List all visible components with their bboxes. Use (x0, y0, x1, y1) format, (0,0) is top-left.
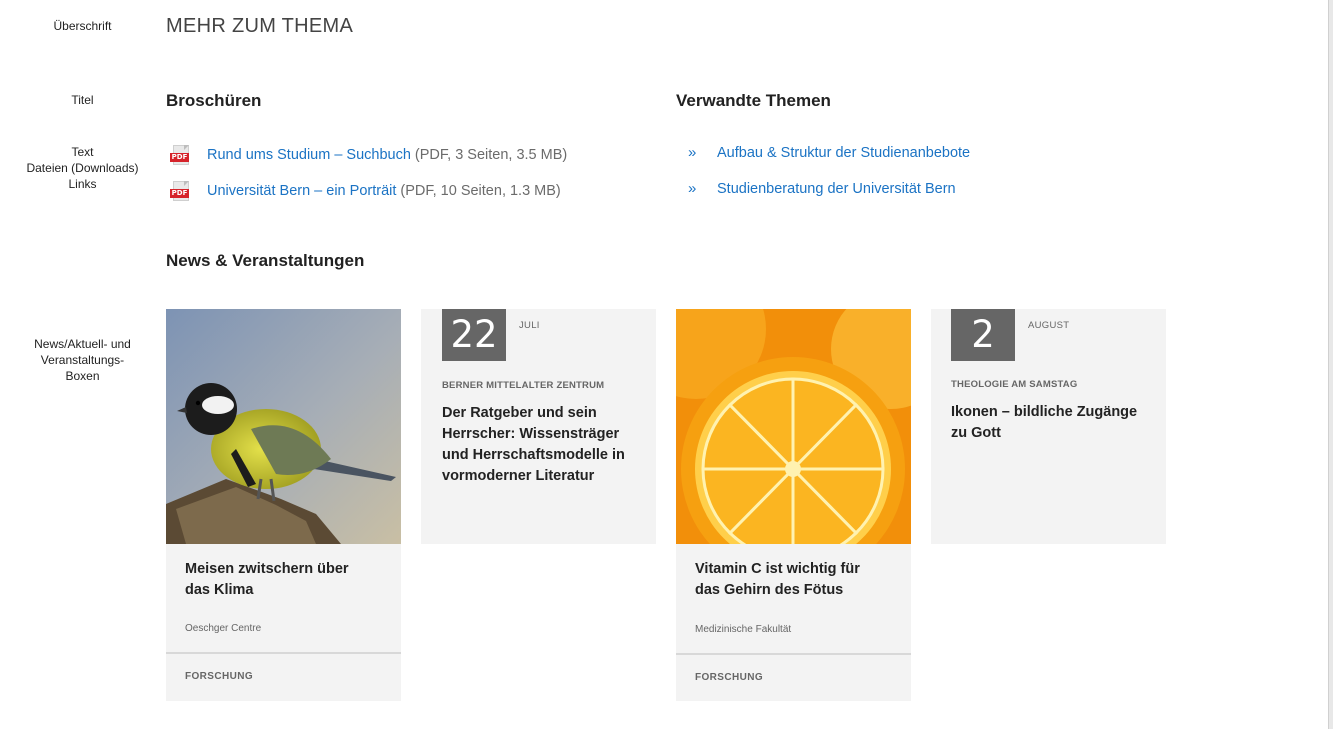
double-chevron-right-icon: » (688, 144, 697, 161)
card-category: FORSCHUNG (695, 672, 764, 683)
card-organization: Oeschger Centre (185, 623, 262, 634)
annotation-boxes: News/Aktuell- und Veranstaltungs- Boxen (0, 336, 165, 384)
card-divider (676, 653, 911, 655)
card-title-line: Der Ratgeber und sein (442, 405, 597, 421)
event-category: BERNER MITTELALTER ZENTRUM (442, 380, 605, 391)
file-download-row[interactable]: PDF Universität Bern – ein Porträit (PDF… (170, 180, 561, 202)
news-card[interactable]: Meisen zwitschern über das Klima Oeschge… (166, 309, 401, 701)
related-link[interactable]: Aufbau & Struktur der Studienanbebote (717, 145, 970, 161)
file-link[interactable]: Rund ums Studium – Suchbuch (207, 147, 411, 163)
file-link[interactable]: Universität Bern – ein Porträit (207, 183, 396, 199)
brochures-title: Broschüren (166, 91, 262, 110)
related-link[interactable]: Studienberatung der Universität Bern (717, 181, 956, 197)
event-card[interactable]: 2 AUGUST THEOLOGIE AM SAMSTAG Ikonen – b… (931, 309, 1166, 544)
annotation-text-line: Dateien (Downloads) (26, 161, 139, 175)
event-day: 2 (951, 309, 1015, 361)
event-month: AUGUST (1028, 320, 1070, 331)
annotation-text-line: Links (68, 177, 97, 191)
file-download-row[interactable]: PDF Rund ums Studium – Suchbuch (PDF, 3 … (170, 144, 567, 166)
file-meta: (PDF, 3 Seiten, 3.5 MB) (414, 147, 568, 163)
related-link-row[interactable]: » Aufbau & Struktur der Studienanbebote (688, 144, 970, 161)
card-title-line: das Gehirn des Fötus (695, 582, 844, 598)
card-category: FORSCHUNG (185, 671, 254, 682)
related-link-row[interactable]: » Studienberatung der Universität Bern (688, 180, 956, 197)
card-title[interactable]: Der Ratgeber und sein Herrscher: Wissens… (442, 403, 625, 487)
card-title-line: Vitamin C ist wichtig für (695, 561, 860, 577)
annotation-boxes-line: Veranstaltungs- (40, 353, 125, 367)
card-divider (166, 652, 401, 654)
card-title-line: Ikonen – bildliche Zugänge (951, 404, 1138, 420)
annotation-boxes-line: News/Aktuell- und (34, 337, 131, 351)
event-category: THEOLOGIE AM SAMSTAG (951, 379, 1078, 390)
page-title: MEHR ZUM THEMA (166, 15, 354, 37)
annotation-text: Text Dateien (Downloads) Links (0, 144, 165, 192)
card-title[interactable]: Vitamin C ist wichtig für das Gehirn des… (695, 559, 860, 601)
file-meta: (PDF, 10 Seiten, 1.3 MB) (400, 183, 561, 199)
event-month: JULI (519, 320, 540, 331)
annotation-text-line: Text (71, 145, 94, 159)
card-title[interactable]: Ikonen – bildliche Zugänge zu Gott (951, 402, 1137, 444)
event-card[interactable]: 22 JULI BERNER MITTELALTER ZENTRUM Der R… (421, 309, 656, 544)
card-title-line: das Klima (185, 582, 254, 598)
double-chevron-right-icon: » (688, 180, 697, 197)
card-title-line: Meisen zwitschern über (185, 561, 349, 577)
news-title: News & Veranstaltungen (166, 251, 365, 270)
annotation-boxes-line: Boxen (65, 369, 100, 383)
news-card[interactable]: Vitamin C ist wichtig für das Gehirn des… (676, 309, 911, 701)
card-title-line: zu Gott (951, 425, 1001, 441)
bird-photo (166, 309, 401, 544)
card-title[interactable]: Meisen zwitschern über das Klima (185, 559, 349, 601)
card-title-line: vormoderner Literatur (442, 468, 595, 484)
card-organization: Medizinische Fakultät (695, 624, 792, 635)
pdf-icon: PDF (170, 180, 191, 202)
event-day: 22 (442, 309, 506, 361)
orange-photo (676, 309, 911, 544)
annotation-heading: Überschrift (53, 19, 112, 33)
card-title-line: Herrscher: Wissensträger (442, 426, 620, 442)
related-title: Verwandte Themen (676, 91, 831, 110)
scrollbar[interactable] (1328, 0, 1333, 729)
annotation-title: Titel (71, 93, 94, 107)
card-title-line: und Herrschaftsmodelle in (442, 447, 625, 463)
pdf-icon: PDF (170, 144, 191, 166)
